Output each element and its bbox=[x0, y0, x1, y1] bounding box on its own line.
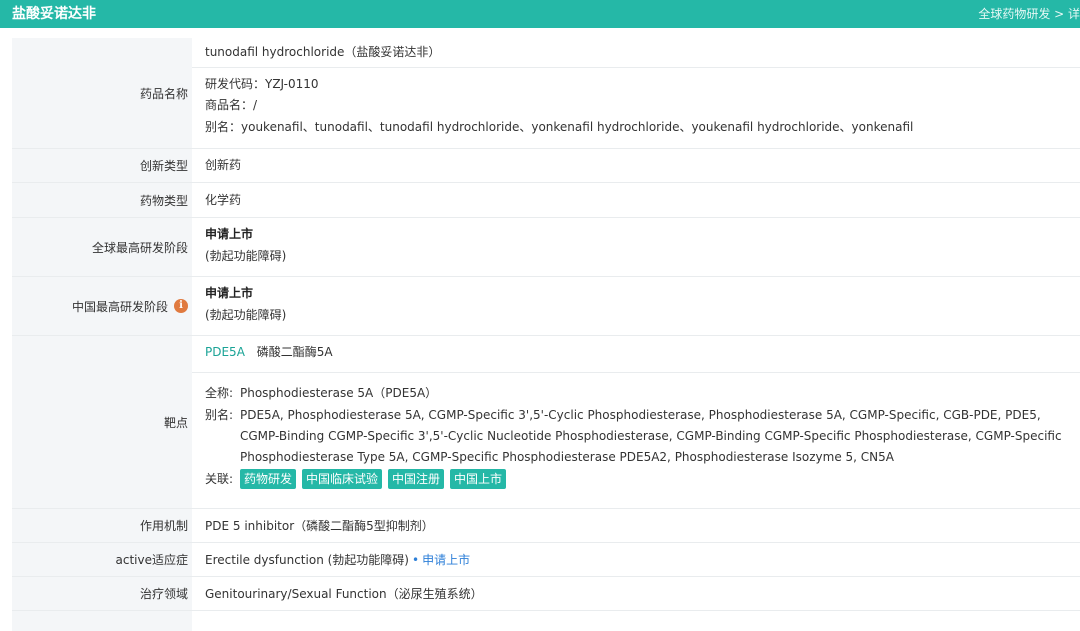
dev-code: 研发代码：YZJ-0110 bbox=[205, 77, 319, 91]
row-mechanism: 作用机制 PDE 5 inhibitor（磷酸二酯酶5型抑制剂） bbox=[12, 509, 1080, 543]
global-stage-value: 申请上市 bbox=[205, 227, 254, 241]
mechanism-value: PDE 5 inhibitor（磷酸二酯酶5型抑制剂） bbox=[205, 519, 434, 533]
row-therapeutic-area: 治疗领域 Genitourinary/Sexual Function（泌尿生殖系… bbox=[12, 577, 1080, 611]
global-stage-indication: (勃起功能障碍) bbox=[205, 249, 287, 263]
china-stage-value: 申请上市 bbox=[205, 286, 254, 300]
indication-status-link[interactable]: 申请上市 bbox=[422, 553, 470, 567]
label-drug-type: 药物类型 bbox=[12, 183, 192, 217]
tag-drug-rd[interactable]: 药物研发 bbox=[240, 469, 297, 489]
tag-china-clinical-trial[interactable]: 中国临床试验 bbox=[302, 469, 383, 489]
label-therapeutic-area: 治疗领域 bbox=[12, 577, 192, 610]
indication-line: Erectile dysfunction (勃起功能障碍) • 申请上市 bbox=[205, 551, 470, 569]
row-indication: active适应症 Erectile dysfunction (勃起功能障碍) •… bbox=[12, 543, 1080, 577]
page-header: 盐酸妥诺达非 全球药物研发 > 详 bbox=[0, 0, 1080, 28]
related-tags: 药物研发 中国临床试验 中国注册 中国上市 bbox=[240, 469, 512, 489]
innovation-value: 创新药 bbox=[205, 158, 242, 172]
label-china-stage: 中国最高研发阶段 i bbox=[12, 277, 192, 335]
label-drug-name: 药品名称 bbox=[12, 38, 192, 148]
row-drug-name: 药品名称 tunodafil hydrochloride（盐酸妥诺达非） 研发代… bbox=[12, 38, 1080, 149]
brand-name: 商品名：/ bbox=[205, 98, 258, 112]
drug-aliases: 别名：youkenafil、tunodafil、tunodafil hydroc… bbox=[205, 120, 914, 134]
breadcrumb[interactable]: 全球药物研发 > 详 bbox=[978, 5, 1080, 23]
china-stage-label-text: 中国最高研发阶段 bbox=[71, 299, 168, 314]
alias-key: 别名: bbox=[205, 408, 234, 422]
target-aliases: PDE5A, Phosphodiesterase 5A, CGMP-Specif… bbox=[240, 408, 1062, 464]
row-target: 靶点 PDE5A 磷酸二酯酶5A 全称: Phosphodiesterase 5… bbox=[12, 336, 1080, 509]
label-partial bbox=[12, 611, 192, 631]
full-name-key: 全称: bbox=[205, 386, 234, 400]
row-global-stage: 全球最高研发阶段 申请上市 (勃起功能障碍) bbox=[12, 218, 1080, 277]
label-global-stage: 全球最高研发阶段 bbox=[12, 218, 192, 276]
related-key: 关联: bbox=[205, 472, 234, 486]
drug-type-value: 化学药 bbox=[205, 193, 242, 207]
row-partial bbox=[12, 611, 1080, 631]
indication-value: Erectile dysfunction (勃起功能障碍) bbox=[205, 553, 409, 567]
label-target: 靶点 bbox=[12, 336, 192, 508]
bullet-dot: • bbox=[411, 553, 420, 567]
tag-china-registration[interactable]: 中国注册 bbox=[388, 469, 445, 489]
target-full-name: Phosphodiesterase 5A（PDE5A） bbox=[240, 386, 438, 400]
row-china-stage: 中国最高研发阶段 i 申请上市 (勃起功能障碍) bbox=[12, 277, 1080, 336]
label-innovation: 创新类型 bbox=[12, 149, 192, 182]
label-indication: active适应症 bbox=[12, 543, 192, 576]
info-icon[interactable]: i bbox=[174, 299, 188, 313]
china-stage-indication: (勃起功能障碍) bbox=[205, 308, 287, 322]
label-mechanism: 作用机制 bbox=[12, 509, 192, 542]
row-innovation: 创新类型 创新药 bbox=[12, 149, 1080, 183]
tag-china-launch[interactable]: 中国上市 bbox=[450, 469, 507, 489]
therapeutic-area-value: Genitourinary/Sexual Function（泌尿生殖系统） bbox=[205, 587, 483, 601]
page-title: 盐酸妥诺达非 bbox=[12, 6, 96, 22]
row-drug-type: 药物类型 化学药 bbox=[12, 183, 1080, 218]
